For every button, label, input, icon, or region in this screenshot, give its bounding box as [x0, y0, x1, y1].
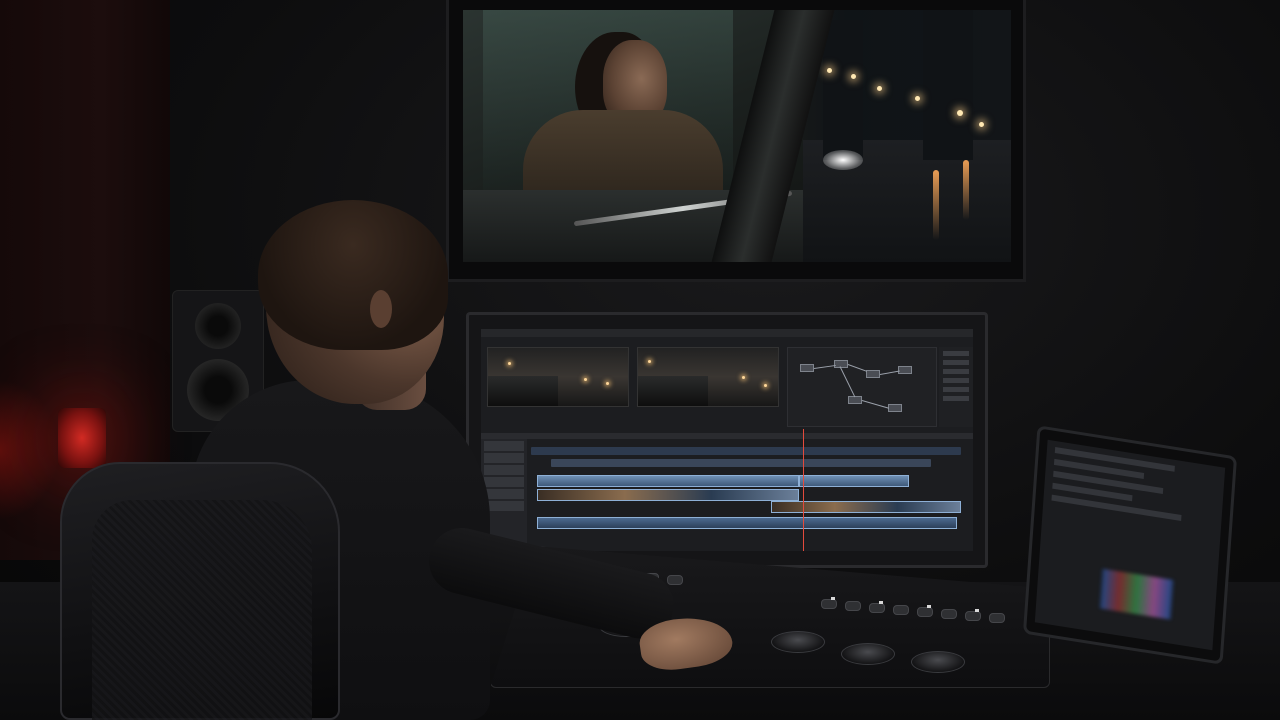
inspector-row[interactable]	[943, 369, 969, 374]
tablet	[1022, 425, 1238, 665]
viewer-light	[742, 376, 745, 379]
panel-led	[879, 601, 883, 604]
red-glow	[0, 380, 60, 520]
red-wall-lamp	[58, 408, 106, 468]
program-viewer[interactable]	[637, 347, 779, 407]
reference-monitor	[446, 0, 1026, 282]
inspector-row[interactable]	[943, 351, 969, 356]
car-headlight	[823, 150, 863, 170]
control-knob[interactable]	[667, 575, 683, 585]
inspector-panel[interactable]	[939, 347, 973, 427]
chair-mesh	[92, 500, 312, 720]
tablet-screen[interactable]	[1034, 439, 1226, 651]
editor-hair	[258, 200, 448, 350]
track-header[interactable]	[484, 465, 524, 475]
node-connection	[813, 364, 836, 369]
trackball-gain[interactable]	[841, 643, 895, 665]
timeline-clip[interactable]	[799, 475, 909, 487]
panel-led	[975, 609, 979, 612]
viewer-car	[638, 376, 708, 406]
control-knob[interactable]	[917, 607, 933, 617]
street-light	[979, 122, 984, 127]
app-title	[661, 329, 801, 337]
track-header[interactable]	[484, 489, 524, 499]
timeline-clip[interactable]	[771, 501, 961, 513]
control-knob[interactable]	[941, 609, 957, 619]
trackball-offset[interactable]	[911, 651, 965, 673]
timeline-track[interactable]	[531, 447, 961, 455]
street-light	[827, 68, 832, 73]
reference-monitor-screen	[463, 10, 1011, 262]
panel-led	[927, 605, 931, 608]
node-connection	[839, 366, 856, 398]
control-knob[interactable]	[869, 603, 885, 613]
building	[923, 10, 973, 160]
node-connection	[847, 364, 867, 372]
vectorscope-display	[1100, 568, 1173, 620]
trackball-gamma[interactable]	[771, 631, 825, 653]
timeline-clip[interactable]	[537, 489, 799, 501]
node[interactable]	[888, 404, 902, 412]
node-connection	[861, 400, 890, 409]
timeline-ruler[interactable]	[481, 433, 973, 439]
node[interactable]	[866, 370, 880, 378]
node-graph[interactable]	[787, 347, 937, 427]
light-reflection	[963, 160, 969, 220]
viewer-car	[488, 376, 558, 406]
control-knob[interactable]	[893, 605, 909, 615]
control-knob[interactable]	[989, 613, 1005, 623]
street-light	[851, 74, 856, 79]
viewer-light	[584, 378, 587, 381]
node[interactable]	[800, 364, 814, 372]
viewer-light	[508, 362, 511, 365]
building	[823, 20, 863, 160]
inspector-row[interactable]	[943, 360, 969, 365]
street-light	[915, 96, 920, 101]
node-connection	[879, 370, 900, 375]
node[interactable]	[848, 396, 862, 404]
playhead[interactable]	[803, 429, 804, 551]
source-viewer[interactable]	[487, 347, 629, 407]
viewer-light	[764, 384, 767, 387]
control-knob[interactable]	[965, 611, 981, 621]
track-header[interactable]	[484, 441, 524, 451]
inspector-row[interactable]	[943, 378, 969, 383]
editor-ear	[370, 290, 392, 328]
street-light	[957, 110, 963, 116]
control-knob[interactable]	[845, 601, 861, 611]
track-header[interactable]	[484, 453, 524, 463]
panel-led	[831, 597, 835, 600]
viewer-light	[606, 382, 609, 385]
inspector-row[interactable]	[943, 387, 969, 392]
control-knob[interactable]	[821, 599, 837, 609]
street-light	[877, 86, 882, 91]
track-header[interactable]	[484, 477, 524, 487]
node[interactable]	[898, 366, 912, 374]
editing-monitor	[466, 312, 988, 568]
light-reflection	[933, 170, 939, 240]
editing-software-ui	[481, 329, 973, 551]
timeline-clip[interactable]	[537, 475, 799, 487]
track-header[interactable]	[484, 501, 524, 511]
timeline-clip[interactable]	[537, 517, 957, 529]
speaker-tweeter	[195, 303, 241, 349]
inspector-row[interactable]	[943, 396, 969, 401]
timeline-track[interactable]	[551, 459, 931, 467]
viewer-light	[648, 360, 651, 363]
